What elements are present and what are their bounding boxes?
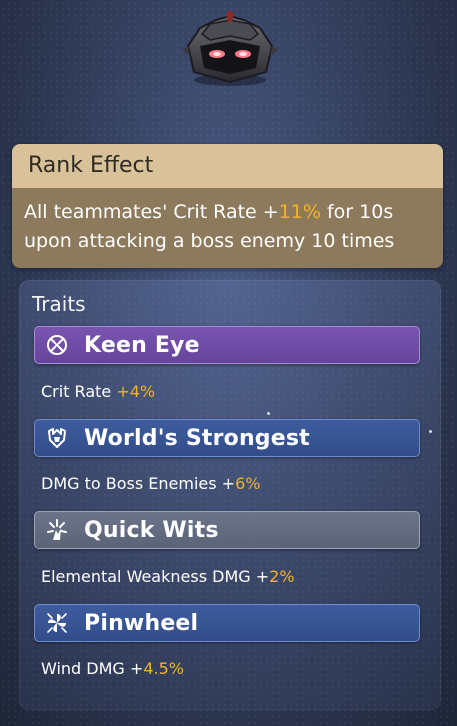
trait-stat-label: Crit Rate (41, 382, 117, 401)
rank-effect-card: Rank Effect All teammates' Crit Rate +11… (12, 144, 443, 268)
rank-effect-line-1-post: for 10s (320, 201, 394, 223)
sparkle-decoration (267, 412, 270, 415)
sparkle-decoration (429, 430, 432, 433)
rank-effect-line-2: upon attacking a boss enemy 10 times (24, 230, 395, 252)
trait-quick-wits[interactable]: Quick Wits (34, 511, 420, 549)
trait-name: Quick Wits (84, 517, 219, 543)
rank-effect-crit-value: 11% (278, 201, 321, 223)
traits-title: Traits (32, 292, 86, 316)
spark-burst-icon (44, 517, 70, 543)
pinwheel-icon (44, 610, 70, 636)
trait-stat-quick-wits: Elemental Weakness DMG +2% (41, 567, 295, 586)
trait-name: Keen Eye (84, 332, 200, 358)
rank-effect-title: Rank Effect (12, 144, 443, 188)
trait-worlds-strongest[interactable]: World's Strongest (34, 419, 420, 457)
fist-emblem-icon (44, 425, 70, 451)
crosshair-icon (44, 332, 70, 358)
trait-stat-label: DMG to Boss Enemies + (41, 474, 236, 493)
rank-effect-line-1-pre: All teammates' Crit Rate + (24, 201, 279, 223)
rank-effect-line-1: All teammates' Crit Rate +11% for 10s (24, 198, 429, 227)
trait-stat-label: Wind DMG + (41, 659, 144, 678)
trait-stat-keen-eye: Crit Rate +4% (41, 382, 155, 401)
trait-name: Pinwheel (84, 610, 199, 636)
character-helmet-avatar (182, 10, 278, 86)
trait-stat-value: 2% (269, 567, 295, 586)
trait-stat-pinwheel: Wind DMG +4.5% (41, 659, 184, 678)
trait-pinwheel[interactable]: Pinwheel (34, 604, 420, 642)
trait-name: World's Strongest (84, 425, 310, 451)
rank-effect-description: All teammates' Crit Rate +11% for 10s up… (12, 188, 443, 268)
trait-stat-worlds-strongest: DMG to Boss Enemies +6% (41, 474, 260, 493)
trait-stat-value: 6% (235, 474, 261, 493)
trait-keen-eye[interactable]: Keen Eye (34, 326, 420, 364)
trait-stat-value: 4.5% (143, 659, 184, 678)
trait-stat-label: Elemental Weakness DMG + (41, 567, 270, 586)
trait-stat-value: +4% (116, 382, 156, 401)
